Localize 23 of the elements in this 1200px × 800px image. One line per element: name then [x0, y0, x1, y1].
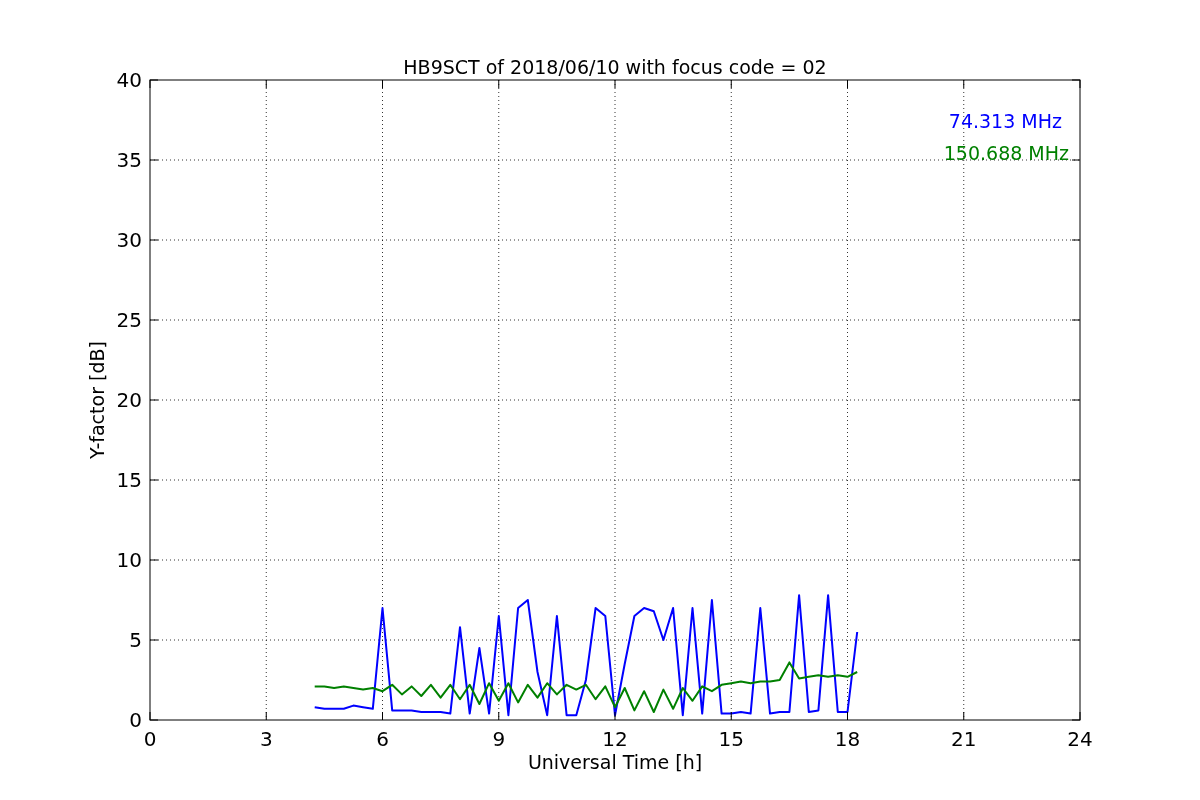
chart-title: HB9SCT of 2018/06/10 with focus code = 02	[403, 56, 827, 78]
y-tick-label: 35	[116, 148, 142, 172]
y-tick-label: 25	[116, 308, 142, 332]
x-tick-label: 21	[951, 727, 977, 751]
legend-label: 150.688 MHz	[943, 142, 1069, 164]
x-tick-label: 24	[1067, 727, 1093, 751]
y-tick-label: 5	[129, 628, 142, 652]
x-tick-label: 18	[834, 727, 861, 751]
x-tick-label: 3	[259, 727, 273, 751]
legend-label: 74.313 MHz	[948, 110, 1062, 132]
x-tick-label: 6	[376, 727, 389, 751]
y-tick-label: 10	[116, 548, 142, 572]
y-tick-label: 0	[129, 708, 142, 732]
y-tick-label: 20	[116, 388, 142, 412]
y-tick-label: 40	[116, 68, 142, 92]
x-tick-label: 12	[602, 727, 628, 751]
x-tick-label: 9	[492, 727, 506, 751]
y-axis-label: Y-factor [dB]	[86, 341, 108, 459]
x-tick-label: 0	[143, 727, 157, 751]
y-tick-label: 30	[116, 228, 142, 252]
x-tick-label: 15	[718, 727, 744, 751]
y-tick-label: 15	[116, 468, 142, 492]
x-axis-label: Universal Time [h]	[527, 751, 703, 773]
